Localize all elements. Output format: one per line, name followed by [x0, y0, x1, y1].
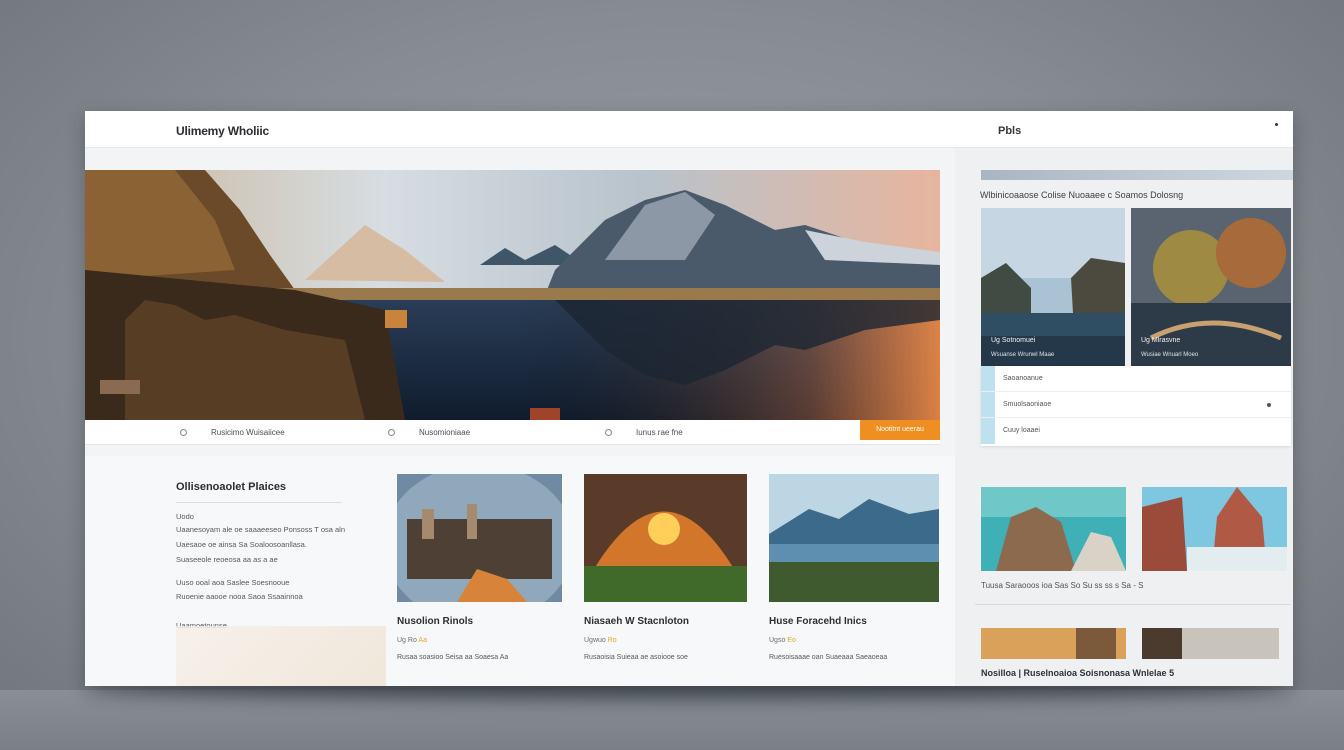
more-icon[interactable] [1267, 403, 1271, 407]
card-title[interactable]: Niasaeh W Stacnloton [584, 616, 689, 627]
section-title: Ollisenoaolet Plaices [176, 481, 287, 493]
place-card-image[interactable] [397, 474, 562, 602]
sidebar-gallery-image[interactable] [1142, 487, 1287, 571]
sidebar-thumbnail[interactable] [1142, 628, 1279, 659]
sidebar-list-row[interactable]: Smuolsaoniaoe [981, 392, 1291, 418]
browser-window: Ulimemy Wholiic Pbls Rusicimo Wuisaiicee… [85, 111, 1293, 686]
sidebar-card[interactable]: Ug Sotnomuei Wsuanse Wrunwl Maae [981, 208, 1125, 366]
card-description: Rusaa soasioo Seisa aa Soaesa Aa [397, 654, 509, 661]
hero-landscape-graphic [85, 170, 940, 420]
hero-caption-item[interactable]: Rusicimo Wuisaiicee [180, 428, 285, 437]
article-text-line: Ruoenie aaooe nooa Saoa Ssaainnoa [176, 592, 303, 601]
sidebar-card[interactable]: Ug Mlrasvne Wusiae Wnuarl Moeo [1131, 208, 1291, 366]
sidebar-title: Wlbinicoaaose Colise Nuoaaee c Soamos Do… [980, 190, 1184, 200]
backdrop-floor [0, 690, 1344, 750]
place-card-image[interactable] [769, 474, 939, 602]
sidebar-gallery-image[interactable] [981, 487, 1126, 571]
card-title[interactable]: Huse Foracehd Inics [769, 616, 867, 627]
location-icon [180, 429, 187, 436]
article-text-line: Uaanesoyam ale oe saaaeeseo Ponsoss T os… [176, 525, 346, 534]
article-text-line: Uuso ooal aoa Saslee Soesnooue [176, 578, 290, 587]
card-meta: Ugso Eo [769, 637, 796, 644]
star-icon: Aa [418, 637, 427, 644]
place-card-image[interactable] [584, 474, 747, 602]
hero-caption-bar: Rusicimo Wuisaiicee Nusomioniaae Iunus r… [85, 420, 940, 445]
sidebar-list: Saoanoanue Smuolsaoniaoe Cuuy loaaei [981, 366, 1291, 446]
star-icon: Ro [607, 637, 617, 644]
map-illustration [176, 626, 386, 686]
hero-image[interactable] [85, 170, 940, 420]
nav-link-pbls[interactable]: Pbls [998, 125, 1021, 137]
sidebar-list-row[interactable]: Saoanoanue [981, 366, 1291, 392]
card-description: Rusaoisia Suieaa ae asoiooe soe [584, 654, 688, 661]
hero-caption-item[interactable]: Nusomioniaae [388, 428, 470, 437]
article-text-line: Uaesaoe oe ainsa Sa Soaloosoanllasa. [176, 540, 307, 549]
sidebar-footer-text: Nosilloa | Ruselnoaioa Soisnonasa Wnlela… [981, 668, 1175, 678]
top-nav-bar: Ulimemy Wholiic Pbls [85, 111, 1293, 148]
star-icon: Eo [787, 637, 796, 644]
sidebar-gallery-caption: Tuusa Saraooos ioa Sas So Su ss ss s Sa … [981, 581, 1144, 590]
sidebar-thumbnail[interactable] [981, 628, 1126, 659]
camera-icon [605, 429, 612, 436]
sidebar-header-strip [981, 170, 1293, 180]
site-logo-text[interactable]: Ulimemy Wholiic [176, 124, 269, 138]
divider [975, 604, 1290, 605]
card-description: Ruesoisaaae oan Suaeaaa Saeaoeaa [769, 654, 888, 661]
hero-caption-item[interactable]: Iunus rae fne [605, 428, 683, 437]
hero-cta-button[interactable]: Nootitnt ueerau [860, 420, 940, 440]
menu-dot-icon[interactable] [1275, 123, 1278, 126]
sidebar-list-row[interactable]: Cuuy loaaei [981, 418, 1291, 444]
article-text-line: Uodo [176, 512, 194, 521]
card-title[interactable]: Nusolion Rinols [397, 616, 473, 627]
divider [176, 502, 342, 503]
calendar-icon [388, 429, 395, 436]
card-meta: Ug Ro Aa [397, 637, 427, 644]
card-meta: Ugwuo Ro [584, 637, 617, 644]
article-text-line: Suaseeole reoeosa aa as a ae [176, 555, 278, 564]
